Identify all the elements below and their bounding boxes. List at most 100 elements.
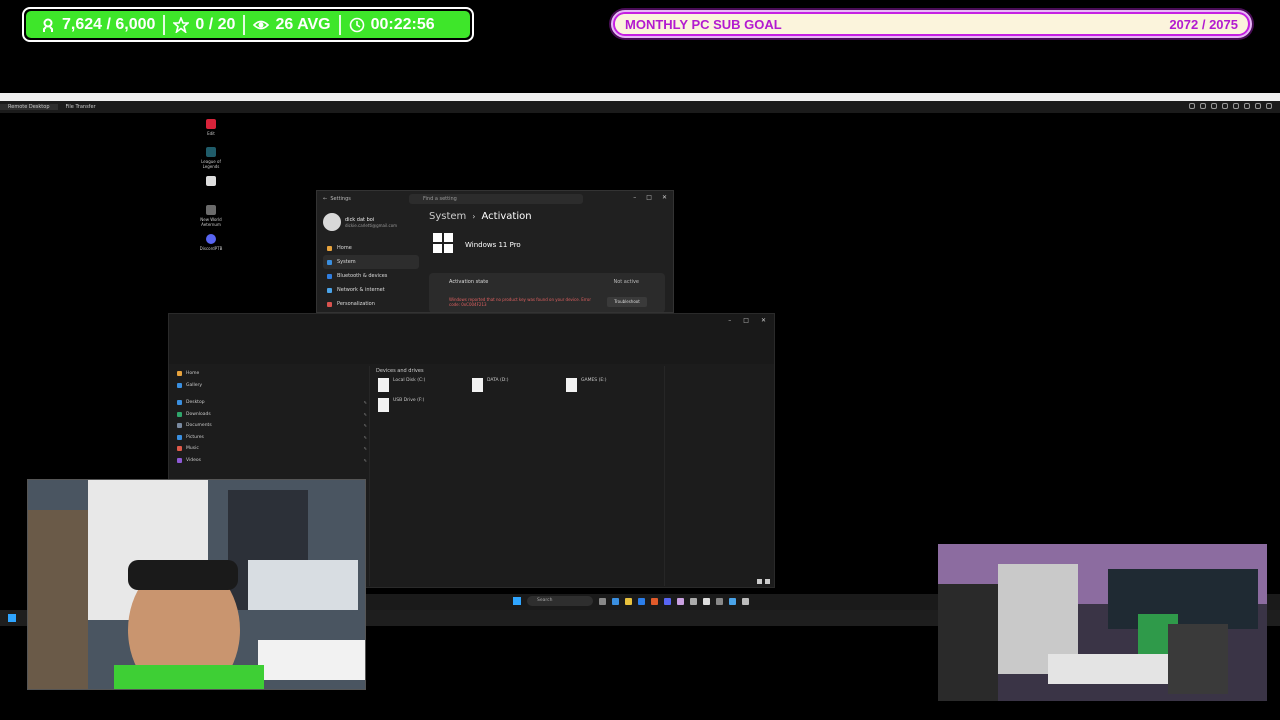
nav-item-bluetooth[interactable]: Bluetooth & devices [323,269,419,283]
nav-item-gallery[interactable]: Gallery [177,380,367,392]
app-icon[interactable] [651,597,658,605]
pin-icon: ✎ [363,423,367,429]
tiles-view-icon[interactable] [765,579,770,584]
chat-icon[interactable] [1211,103,1217,109]
minimize-icon[interactable]: – [728,317,731,324]
nav-item-music[interactable]: Music ✎ [177,443,367,455]
settings-search-input[interactable]: Find a setting [409,194,583,204]
desktop-icon[interactable]: League of Legends [196,147,226,169]
stream-stats-bar: 7,624 / 6,000 0 / 20 26 AVG 00:22:56 [22,7,474,42]
video-icon [177,457,182,463]
nav-item-personalization[interactable]: Personalization [323,297,419,311]
gallery-icon [177,382,182,388]
explorer-header [169,314,774,364]
webcam-feed-face [27,479,366,690]
system-icon [327,259,332,265]
desktop-icon[interactable]: New World Aeternum [196,205,226,227]
nav-item-system[interactable]: System [323,255,419,269]
discord-icon[interactable] [664,597,671,605]
desktop-icon[interactable] [196,176,226,188]
nav-item-videos[interactable]: Videos ✎ [177,455,367,467]
picture-icon [177,434,182,440]
music-icon [177,446,182,452]
settings-icon[interactable] [1244,103,1250,109]
desktop-icon[interactable]: DiscordPTB [196,234,226,251]
settings-window: ← Settings Find a setting – □ ✕ dick dat… [316,190,674,313]
taskbar-search[interactable]: Search [527,596,593,606]
drive-item[interactable]: USB Drive (F:) [378,398,424,412]
settings-title: Settings [330,196,351,202]
drive-item[interactable]: GAMES (E:) [566,378,606,392]
minimize-icon[interactable] [1255,103,1261,109]
sub-goal-count: 2072 / 2075 [1169,17,1238,32]
settings-icon[interactable] [742,597,749,605]
drive-item[interactable]: Local Disk (C:) [378,378,425,392]
close-icon[interactable]: ✕ [761,317,766,324]
app-icon[interactable] [677,597,684,605]
tab-remote-desktop[interactable]: Remote Desktop [0,104,58,110]
app-icon [206,119,216,129]
activation-error: Windows reported that no product key was… [449,297,591,307]
brush-icon [327,301,332,307]
app-icon[interactable] [690,597,697,605]
tab-file-transfer[interactable]: File Transfer [58,104,104,110]
steam-icon[interactable] [729,597,736,605]
pin-icon: ✎ [363,411,367,417]
nav-item-desktop[interactable]: Desktop ✎ [177,397,367,409]
breadcrumb-parent[interactable]: System [429,211,466,222]
close-icon[interactable] [1266,103,1272,109]
devices-group-title: Devices and drives [376,368,424,374]
gear-icon[interactable] [716,597,723,605]
drive-item[interactable]: DATA (D:) [472,378,509,392]
edge-icon[interactable] [638,597,645,605]
activation-card[interactable]: Activation state Not active Windows repo… [429,273,665,312]
league-icon [206,147,216,157]
activation-status: Not active [613,279,639,285]
start-button[interactable] [513,597,521,605]
back-icon[interactable]: ← [323,196,330,202]
widgets-icon[interactable] [612,597,619,605]
avatar [323,213,341,231]
maximize-icon[interactable]: □ [743,317,749,324]
home-icon [327,245,332,251]
desktop-icon [177,400,182,406]
game-icon [206,205,216,215]
troubleshoot-button[interactable]: Troubleshoot [607,297,647,307]
task-view-icon[interactable] [599,597,606,605]
fullscreen-icon[interactable] [1233,103,1239,109]
pen-icon[interactable] [1222,103,1228,109]
maximize-icon[interactable]: □ [646,194,652,201]
display-icon[interactable] [1200,103,1206,109]
details-view-icon[interactable] [757,579,762,584]
page-title: Activation [481,211,532,222]
folder-icon[interactable] [625,597,632,605]
nav-item-home[interactable]: Home [177,368,367,380]
windows-logo-icon [433,233,453,253]
discord-icon [206,234,216,244]
uptime-stat: 00:22:56 [341,16,443,34]
nav-item-documents[interactable]: Documents ✎ [177,420,367,432]
start-icon[interactable] [8,614,16,622]
nav-item-pictures[interactable]: Pictures ✎ [177,432,367,444]
user-email: dickie.carletti@gmail.com [345,222,398,228]
nav-item-downloads[interactable]: Downloads ✎ [177,409,367,421]
nav-item-home[interactable]: Home [323,241,419,255]
pin-icon: ✎ [363,446,367,452]
app-icon[interactable] [703,597,710,605]
user-profile[interactable]: dick dat boi dickie.carletti@gmail.com [323,213,397,231]
info-icon[interactable] [1189,103,1195,109]
minimize-icon[interactable]: – [633,194,636,201]
stream-screen: 7,624 / 6,000 0 / 20 26 AVG 00:22:56 MON… [0,0,1280,720]
clock-icon [349,17,364,32]
home-icon [177,371,182,377]
drive-icon [378,378,389,392]
drive-icon [566,378,577,392]
download-icon [177,411,182,417]
pin-icon: ✎ [363,457,367,463]
nav-item-network[interactable]: Network & internet [323,283,419,297]
desktop-icon[interactable]: Edit [196,119,226,136]
user-icon [43,18,53,32]
windows-edition: Windows 11 Pro [465,241,521,249]
close-icon[interactable]: ✕ [662,194,667,201]
viewers-stat: 26 AVG [245,16,338,34]
